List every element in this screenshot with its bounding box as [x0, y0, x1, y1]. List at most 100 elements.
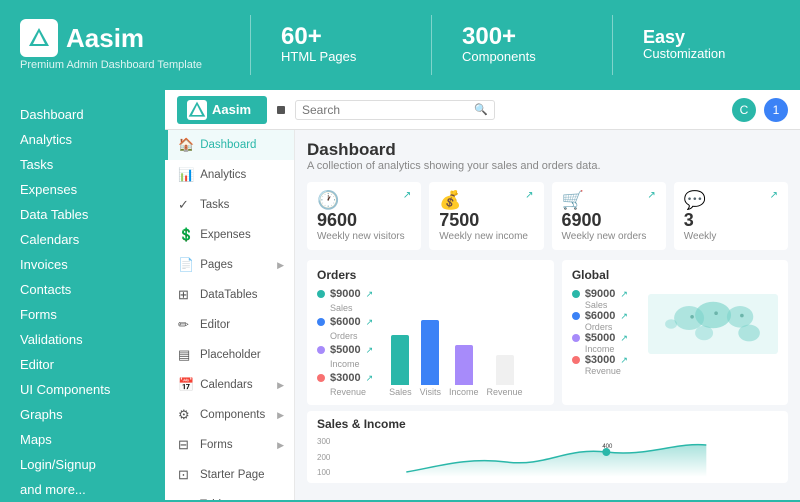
logo-icon — [20, 19, 58, 57]
global-arrow-income: ↗ — [620, 333, 628, 344]
inner-sidebar-calendars[interactable]: 📅 Calendars ▶ — [165, 370, 294, 400]
sidebar-item-analytics[interactable]: Analytics — [0, 127, 165, 152]
sidebar-item-forms[interactable]: Forms — [0, 302, 165, 327]
global-box-title: Global — [572, 268, 778, 282]
stat-cards: 🕐 ↗ 9600 Weekly new visitors 💰 ↗ 7500 We… — [307, 182, 788, 250]
header-icons: C 1 — [732, 98, 788, 122]
sidebar-item-graphs[interactable]: Graphs — [0, 402, 165, 427]
feature-html-pages: 60+ HTML Pages — [281, 25, 401, 66]
legend-val-revenue: $3000 — [330, 372, 361, 384]
dashboard-content: Dashboard A collection of analytics show… — [295, 130, 800, 500]
search-input[interactable] — [302, 103, 474, 117]
inner-sidebar-dashboard[interactable]: 🏠 Dashboard — [165, 130, 294, 160]
header-icon-notif[interactable]: 1 — [764, 98, 788, 122]
sidebar-item-more[interactable]: and more... — [0, 477, 165, 502]
orders-icon: 🛒 — [562, 190, 584, 211]
sidebar-item-calendars[interactable]: Calendars — [0, 227, 165, 252]
search-icon: 🔍 — [474, 103, 488, 116]
placeholder-icon: ▤ — [178, 347, 194, 363]
line-chart-svg: 400 — [335, 437, 778, 477]
inner-sidebar-components[interactable]: ⚙ Components ▶ — [165, 400, 294, 430]
global-arrow-orders: ↗ — [620, 311, 628, 322]
sidebar-item-contacts[interactable]: Contacts — [0, 277, 165, 302]
inner-sidebar-expenses[interactable]: 💲 Expenses — [165, 220, 294, 250]
inner-sidebar-editor[interactable]: ✏ Editor — [165, 310, 294, 340]
inner-sidebar-label-editor: Editor — [200, 319, 230, 331]
bar-label-income: Income — [449, 387, 479, 397]
sidebar-item-invoices[interactable]: Invoices — [0, 252, 165, 277]
main-area: Dashboard Analytics Tasks Expenses Data … — [0, 90, 800, 500]
legend-arrow-orders: ↗ — [366, 317, 374, 328]
messages-icon: 💬 — [684, 190, 706, 211]
sidebar-item-tasks[interactable]: Tasks — [0, 152, 165, 177]
global-legend-revenue: $3000 ↗ — [572, 354, 642, 366]
global-dot-revenue — [572, 356, 580, 364]
bar-label-sales: Sales — [389, 387, 412, 397]
sidebar-item-ui-components[interactable]: UI Components — [0, 377, 165, 402]
sidebar-item-validations[interactable]: Validations — [0, 327, 165, 352]
legend-dot-sales — [317, 290, 325, 298]
sidebar-item-data-tables[interactable]: Data Tables — [0, 202, 165, 227]
legend-dot-income — [317, 346, 325, 354]
divider3 — [612, 15, 613, 75]
inner-sidebar-tasks[interactable]: ✓ Tasks — [165, 190, 294, 220]
feature3-label2: Customization — [643, 46, 725, 63]
components-icon: ⚙ — [178, 407, 194, 423]
visitors-trend: ↗ — [403, 190, 411, 201]
inner-sidebar-starter[interactable]: ⊡ Starter Page — [165, 460, 294, 490]
y-label-100: 100 — [317, 468, 330, 477]
divider2 — [431, 15, 432, 75]
sidebar-item-login[interactable]: Login/Signup — [0, 452, 165, 477]
y-axis: 300 200 100 — [317, 437, 330, 477]
inner-logo: Aasim — [177, 96, 267, 124]
dashboard-title: Dashboard — [307, 140, 788, 160]
header-icon-c[interactable]: C — [732, 98, 756, 122]
inner-logo-text: Aasim — [212, 102, 251, 117]
stat-card-income: 💰 ↗ 7500 Weekly new income — [429, 182, 543, 250]
feature1-label: HTML Pages — [281, 49, 356, 66]
legend-sales: $9000 ↗ — [317, 288, 373, 300]
stat-card-orders: 🛒 ↗ 6900 Weekly new orders — [552, 182, 666, 250]
income-label: Weekly new income — [439, 231, 533, 242]
dashboard-wrapper: Aasim 🔍 C 1 🏠 Dashboard — [165, 90, 800, 500]
inner-sidebar-placeholder[interactable]: ▤ Placeholder — [165, 340, 294, 370]
sales-income-chart: 300 200 100 — [317, 437, 778, 477]
global-legend: $9000 ↗ Sales $6000 ↗ Orders — [572, 288, 642, 376]
sales-income-title: Sales & Income — [317, 417, 778, 431]
logo-name: Aasim — [66, 23, 144, 54]
bar-sales: Sales — [389, 335, 412, 397]
pages-icon: 📄 — [178, 257, 194, 273]
inner-sidebar-pages[interactable]: 📄 Pages ▶ — [165, 250, 294, 280]
visitors-label: Weekly new visitors — [317, 231, 411, 242]
orders-box: Orders $9000 ↗ Sales — [307, 260, 554, 405]
legend-val-orders: $6000 — [330, 316, 361, 328]
inner-sidebar-tables[interactable]: ⊞ Tables — [165, 490, 294, 500]
global-val-orders: $6000 — [585, 310, 616, 322]
inner-sidebar-datatables[interactable]: ⊞ DataTables — [165, 280, 294, 310]
global-dot-orders — [572, 312, 580, 320]
legend-val-income: $5000 — [330, 344, 361, 356]
feature3-label: Easy — [643, 28, 685, 46]
inner-sidebar-forms[interactable]: ⊟ Forms ▶ — [165, 430, 294, 460]
bar-revenue: Revenue — [487, 355, 523, 397]
stat-card-visitors: 🕐 ↗ 9600 Weekly new visitors — [307, 182, 421, 250]
messages-label: Weekly — [684, 231, 778, 242]
sidebar-item-editor[interactable]: Editor — [0, 352, 165, 377]
legend-label-income: Income — [330, 359, 373, 369]
sidebar-item-dashboard[interactable]: Dashboard — [0, 102, 165, 127]
orders-legend: $9000 ↗ Sales $6000 ↗ Orders — [317, 288, 373, 397]
messages-trend: ↗ — [770, 190, 778, 201]
inner-sidebar-label-dashboard: Dashboard — [200, 139, 256, 151]
sidebar-item-expenses[interactable]: Expenses — [0, 177, 165, 202]
sidebar-item-maps[interactable]: Maps — [0, 427, 165, 452]
forms-arrow: ▶ — [277, 440, 284, 451]
legend-arrow-income: ↗ — [366, 345, 374, 356]
left-sidebar: Dashboard Analytics Tasks Expenses Data … — [0, 90, 165, 500]
inner-sidebar-label-components: Components — [200, 409, 265, 421]
search-box[interactable]: 🔍 — [295, 100, 495, 120]
legend-income: $5000 ↗ — [317, 344, 373, 356]
inner-sidebar-analytics[interactable]: 📊 Analytics — [165, 160, 294, 190]
svg-text:400: 400 — [603, 444, 614, 450]
grid-icon — [277, 90, 285, 129]
legend-revenue: $3000 ↗ — [317, 372, 373, 384]
